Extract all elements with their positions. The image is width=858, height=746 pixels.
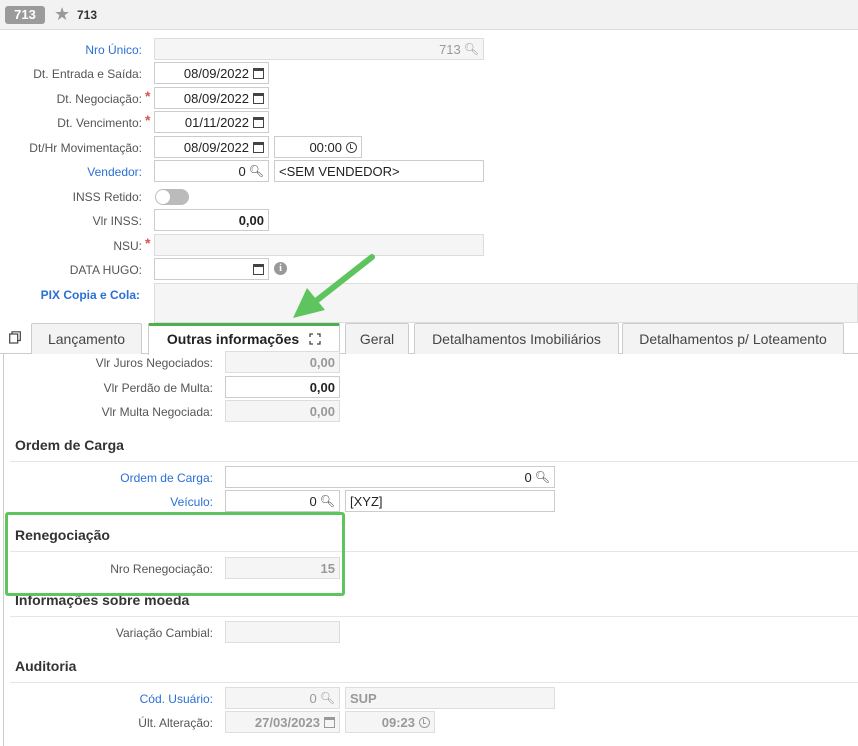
vendedor-label[interactable]: Vendedor: bbox=[10, 165, 142, 179]
divider bbox=[10, 461, 858, 462]
multa-value: 0,00 bbox=[309, 403, 335, 419]
veiculo-code-field[interactable]: 0 🔍︎ bbox=[225, 490, 340, 512]
dt-negociacao-label: Dt. Negociação: bbox=[56, 92, 142, 106]
vendedor-name-field: <SEM VENDEDOR> bbox=[274, 160, 484, 182]
section-ordem-de-carga: Ordem de Carga bbox=[15, 437, 124, 453]
calendar-icon[interactable] bbox=[253, 141, 264, 153]
pix-field[interactable] bbox=[154, 283, 858, 323]
dt-negociacao-value: 08/09/2022 bbox=[183, 90, 249, 106]
clock-icon bbox=[419, 716, 430, 728]
calendar-icon[interactable] bbox=[253, 263, 264, 275]
dt-entrada-value: 08/09/2022 bbox=[183, 65, 249, 81]
calendar-icon[interactable] bbox=[253, 116, 264, 128]
ultima-date-value: 27/03/2023 bbox=[254, 714, 320, 730]
veiculo-label[interactable]: Veículo: bbox=[20, 495, 213, 509]
calendar-icon bbox=[324, 716, 335, 728]
veiculo-name-value: [XYZ] bbox=[350, 493, 383, 509]
record-title: 713 bbox=[77, 8, 98, 22]
veiculo-code-value: 0 bbox=[309, 493, 317, 509]
multa-label: Vlr Multa Negociada: bbox=[101, 405, 213, 419]
dt-entrada-field[interactable]: 08/09/2022 bbox=[154, 62, 269, 84]
clock-icon[interactable] bbox=[346, 141, 357, 153]
veiculo-name-field: [XYZ] bbox=[345, 490, 555, 512]
tab-geral[interactable]: Geral bbox=[345, 323, 409, 354]
vendedor-name-value: <SEM VENDEDOR> bbox=[279, 163, 400, 179]
dthr-mov-date-field[interactable]: 08/09/2022 bbox=[154, 136, 269, 158]
tab-bar: Lançamento Outras informações Geral Deta… bbox=[0, 322, 858, 355]
dt-vencimento-field[interactable]: 01/11/2022 bbox=[154, 111, 269, 133]
star-icon[interactable]: ★ bbox=[54, 4, 70, 24]
usuario-name-field: SUP bbox=[345, 687, 555, 709]
search-icon[interactable]: 🔍︎ bbox=[320, 494, 335, 508]
ordem-carga-label[interactable]: Ordem de Carga: bbox=[20, 471, 213, 485]
panel-border bbox=[3, 353, 4, 746]
tab-detalhamentos-imobiliarios[interactable]: Detalhamentos Imobiliários bbox=[414, 323, 619, 354]
arrow-annotation-icon bbox=[293, 254, 375, 318]
juros-field: 0,00 bbox=[225, 351, 340, 373]
perdao-label: Vlr Perdão de Multa: bbox=[103, 381, 213, 395]
search-icon[interactable]: 🔍︎ bbox=[320, 691, 335, 705]
calendar-icon[interactable] bbox=[253, 67, 264, 79]
ultima-alteracao-label: Últ. Alteração: bbox=[138, 716, 213, 730]
usuario-name-value: SUP bbox=[350, 690, 377, 706]
search-icon[interactable]: 🔍︎ bbox=[249, 164, 264, 178]
inss-retido-label: INSS Retido: bbox=[72, 190, 142, 204]
highlight-box bbox=[5, 512, 345, 596]
vendedor-code-value: 0 bbox=[238, 163, 246, 179]
cod-usuario-label[interactable]: Cód. Usuário: bbox=[20, 692, 213, 706]
cod-usuario-field: 0 🔍︎ bbox=[225, 687, 340, 709]
dt-negociacao-field[interactable]: 08/09/2022 bbox=[154, 87, 269, 109]
perdao-value: 0,00 bbox=[309, 379, 335, 395]
variacao-field bbox=[225, 621, 340, 643]
expand-icon[interactable] bbox=[309, 333, 321, 345]
search-icon[interactable]: 🔍︎ bbox=[535, 470, 550, 484]
dt-vencimento-value: 01/11/2022 bbox=[184, 114, 249, 130]
cod-usuario-value: 0 bbox=[309, 690, 317, 706]
ordem-carga-value: 0 bbox=[524, 469, 532, 485]
multa-field: 0,00 bbox=[225, 400, 340, 422]
dt-vencimento-label: Dt. Vencimento: bbox=[57, 116, 142, 130]
vlr-inss-label: Vlr INSS: bbox=[92, 214, 142, 228]
dthr-mov-label: Dt/Hr Movimentação: bbox=[29, 141, 142, 155]
juros-label: Vlr Juros Negociados: bbox=[95, 356, 213, 370]
vendedor-code-field[interactable]: 0 🔍︎ bbox=[154, 160, 269, 182]
section-auditoria: Auditoria bbox=[15, 658, 77, 674]
dthr-mov-time-field[interactable]: 00:00 bbox=[274, 136, 362, 158]
nsu-label: NSU: bbox=[113, 239, 142, 253]
vlr-inss-value: 0,00 bbox=[238, 212, 264, 228]
nro-unico-field: 713 🔍︎ bbox=[154, 38, 484, 60]
dthr-mov-date-value: 08/09/2022 bbox=[183, 139, 249, 155]
tab-outras-label: Outras informações bbox=[166, 331, 300, 347]
pix-label[interactable]: PIX Copia e Cola: bbox=[10, 288, 140, 302]
inss-retido-toggle[interactable] bbox=[155, 189, 189, 205]
juros-value: 0,00 bbox=[309, 354, 335, 370]
ordem-carga-field[interactable]: 0 🔍︎ bbox=[225, 466, 555, 488]
dthr-mov-time-value: 00:00 bbox=[309, 139, 342, 155]
nro-unico-value: 713 bbox=[439, 41, 461, 57]
divider bbox=[10, 616, 858, 617]
perdao-field[interactable]: 0,00 bbox=[225, 376, 340, 398]
top-bar: 713 ★ 713 bbox=[0, 0, 858, 30]
required-marker: * bbox=[145, 235, 151, 251]
ultima-time-field: 09:23 bbox=[345, 711, 435, 733]
required-marker: * bbox=[145, 88, 151, 104]
data-hugo-label: DATA HUGO: bbox=[69, 263, 142, 277]
divider bbox=[10, 682, 858, 683]
ultima-date-field: 27/03/2023 bbox=[225, 711, 340, 733]
nro-unico-label[interactable]: Nro Único: bbox=[20, 43, 142, 57]
tab-detalhamentos-loteamento[interactable]: Detalhamentos p/ Loteamento bbox=[622, 323, 844, 354]
tab-lancamento[interactable]: Lançamento bbox=[31, 323, 142, 354]
dt-entrada-label: Dt. Entrada e Saída: bbox=[33, 67, 142, 81]
search-icon[interactable]: 🔍︎ bbox=[464, 42, 479, 56]
calendar-icon[interactable] bbox=[253, 92, 264, 104]
required-marker: * bbox=[145, 112, 151, 128]
variacao-label: Variação Cambial: bbox=[115, 626, 213, 640]
vlr-inss-field[interactable]: 0,00 bbox=[154, 209, 269, 231]
record-badge: 713 bbox=[5, 6, 45, 24]
data-hugo-field[interactable] bbox=[154, 258, 269, 280]
ultima-time-value: 09:23 bbox=[381, 714, 415, 730]
